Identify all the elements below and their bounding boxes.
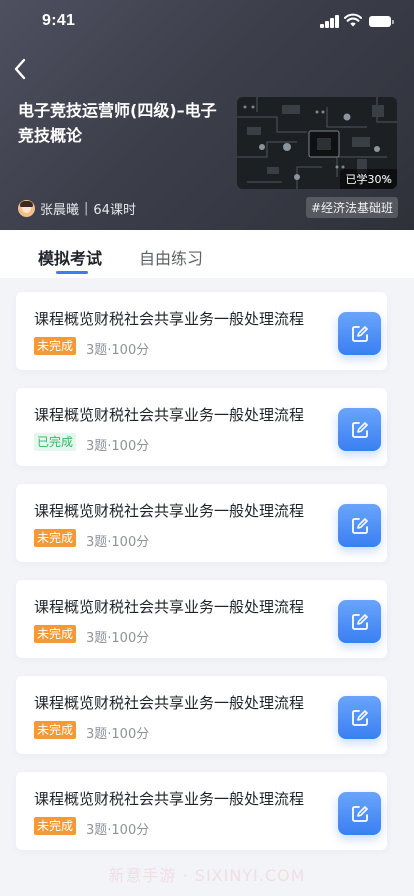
edit-icon [351,709,368,726]
exam-title: 课程概览财税社会共享业务一般处理流程 [34,790,305,808]
wifi-icon [344,13,362,27]
battery-icon [369,16,394,27]
chevron-left-icon [14,58,26,80]
divider: | [84,200,89,216]
exam-card[interactable]: 课程概览财税社会共享业务一般处理流程 未完成 3题·100分 [16,292,387,370]
edit-button[interactable] [338,408,381,451]
status-badge: 未完成 [34,721,77,739]
edit-icon [351,517,368,534]
status-badge: 已完成 [34,433,77,451]
exam-meta: 3题·100分 [86,823,150,838]
status-badge: 未完成 [34,337,77,355]
lesson-count: 64课时 [93,202,136,218]
exam-meta: 3题·100分 [86,343,150,358]
status-time: 9:41 [42,12,76,29]
exam-meta: 3题·100分 [86,631,150,646]
exam-meta: 3题·100分 [86,439,150,454]
tab-free-practice[interactable]: 自由练习 [139,245,203,269]
status-badge: 未完成 [34,625,77,643]
progress-badge: 已学30% [339,169,397,189]
edit-icon [351,325,368,342]
avatar [18,199,35,217]
exam-card[interactable]: 课程概览财税社会共享业务一般处理流程 已完成 3题·100分 [16,388,387,466]
course-cover-image[interactable]: 已学30% [237,97,397,189]
tab-mock-exam[interactable]: 模拟考试 [38,245,102,269]
exam-title: 课程概览财税社会共享业务一般处理流程 [34,694,305,712]
exam-title: 课程概览财税社会共享业务一般处理流程 [34,502,305,520]
course-title: 电子竞技运营师(四级)–电子竞技概论 [18,101,217,145]
exam-title: 课程概览财税社会共享业务一般处理流程 [34,310,305,328]
edit-icon [351,613,368,630]
exam-card[interactable]: 课程概览财税社会共享业务一般处理流程 未完成 3题·100分 [16,484,387,562]
edit-icon [351,421,368,438]
signal-icon [320,15,340,28]
tab-bar: 模拟考试 自由练习 [0,230,414,278]
edit-button[interactable] [338,792,381,835]
exam-meta: 3题·100分 [86,535,150,550]
teacher-name: 张晨曦 [40,202,80,218]
status-badge: 未完成 [34,529,77,547]
exam-card[interactable]: 课程概览财税社会共享业务一般处理流程 未完成 3题·100分 [16,772,387,850]
course-tag[interactable]: #经济法基础班 [305,197,398,218]
exam-card[interactable]: 课程概览财税社会共享业务一般处理流程 未完成 3题·100分 [16,580,387,658]
status-badge: 未完成 [34,817,77,835]
back-button[interactable] [6,55,34,83]
exam-title: 课程概览财税社会共享业务一般处理流程 [34,406,305,424]
teacher-info: 张晨曦 | 64课时 [18,198,136,218]
exam-title: 课程概览财税社会共享业务一般处理流程 [34,598,305,616]
exam-meta: 3题·100分 [86,727,150,742]
tab-indicator [56,271,88,274]
course-header: 9:41 电子竞技运营师(四级)–电子竞技概论 已学30% 张晨曦 | 64课时… [0,0,414,230]
status-bar: 9:41 [0,0,414,44]
watermark: 新意手游 · SIXINYI.COM [108,866,306,885]
edit-icon [351,805,368,822]
edit-button[interactable] [338,696,381,739]
edit-button[interactable] [338,312,381,355]
exam-card[interactable]: 课程概览财税社会共享业务一般处理流程 未完成 3题·100分 [16,676,387,754]
edit-button[interactable] [338,504,381,547]
edit-button[interactable] [338,600,381,643]
